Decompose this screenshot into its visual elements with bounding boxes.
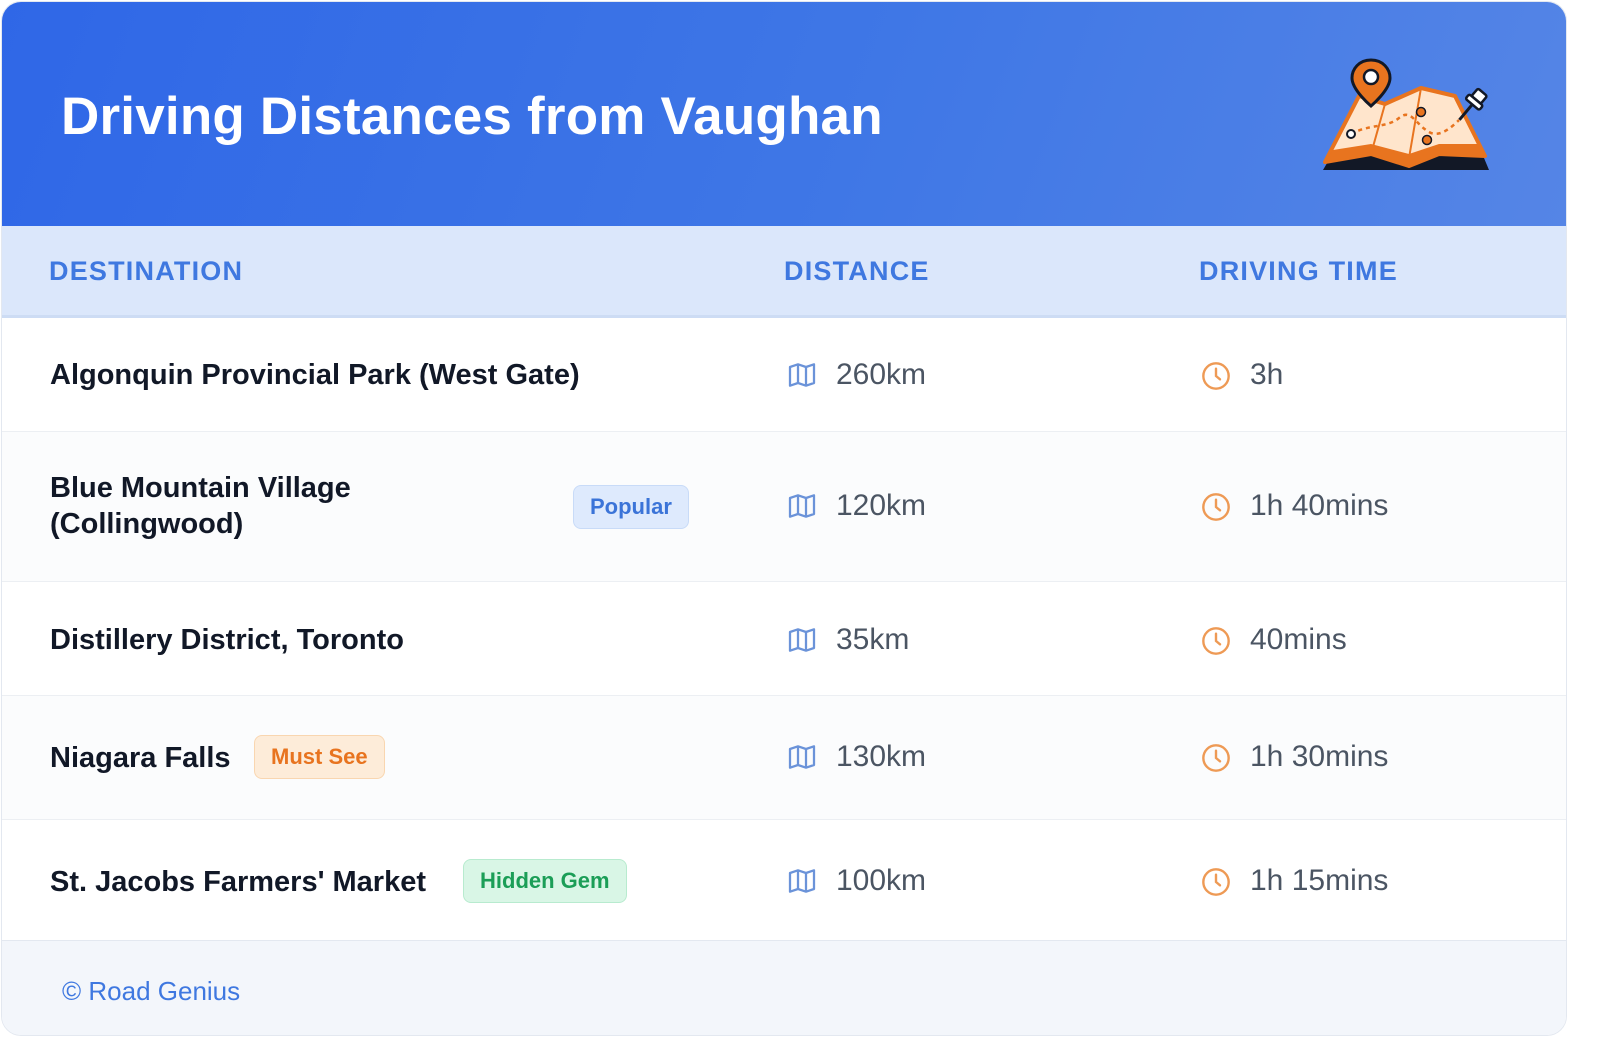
status-badge-popular: Popular bbox=[573, 485, 689, 529]
clock-icon bbox=[1200, 741, 1232, 773]
status-badge-hidden-gem: Hidden Gem bbox=[463, 859, 627, 903]
column-header-driving-time: DRIVING TIME bbox=[1199, 256, 1398, 286]
page-title: Driving Distances from Vaughan bbox=[61, 87, 883, 146]
footer: © Road Genius bbox=[2, 940, 1566, 1035]
distance-cell: 100km bbox=[786, 864, 926, 898]
table-header: DESTINATION DISTANCE DRIVING TIME bbox=[2, 226, 1566, 318]
driving-time-value: 3h bbox=[1250, 358, 1284, 391]
table-row: Distillery District, Toronto 35km 40mins bbox=[2, 582, 1566, 696]
driving-time-cell: 1h 15mins bbox=[1200, 864, 1388, 898]
map-icon bbox=[786, 359, 818, 391]
driving-time-value: 1h 40mins bbox=[1250, 489, 1389, 522]
footer-credit: © Road Genius bbox=[62, 976, 241, 1006]
distance-table-card: Driving Distances from Vaughan DESTINATI… bbox=[1, 1, 1567, 1036]
driving-time-value: 1h 15mins bbox=[1250, 864, 1389, 897]
distance-cell: 130km bbox=[786, 740, 926, 774]
column-header-destination: DESTINATION bbox=[49, 256, 244, 286]
driving-time-cell: 40mins bbox=[1200, 623, 1347, 657]
distance-cell: 260km bbox=[786, 358, 926, 392]
header-banner: Driving Distances from Vaughan bbox=[2, 2, 1566, 226]
driving-time-value: 40mins bbox=[1250, 623, 1347, 656]
distance-value: 100km bbox=[836, 864, 927, 897]
table-row: Blue Mountain Village (Collingwood) Popu… bbox=[2, 432, 1566, 582]
driving-time-cell: 1h 30mins bbox=[1200, 740, 1388, 774]
driving-time-cell: 1h 40mins bbox=[1200, 489, 1388, 523]
distance-value: 120km bbox=[836, 489, 927, 522]
clock-icon bbox=[1200, 865, 1232, 897]
table-row: St. Jacobs Farmers' Market Hidden Gem 10… bbox=[2, 820, 1566, 943]
clock-icon bbox=[1200, 490, 1232, 522]
column-header-distance: DISTANCE bbox=[784, 256, 930, 286]
distance-value: 130km bbox=[836, 740, 927, 773]
destination-name: Niagara Falls bbox=[50, 742, 231, 774]
map-icon bbox=[786, 490, 818, 522]
map-icon bbox=[786, 741, 818, 773]
map-icon bbox=[786, 624, 818, 656]
distance-value: 260km bbox=[836, 358, 927, 391]
map-icon bbox=[786, 865, 818, 897]
table-row: Niagara Falls Must See 130km 1h 30mins bbox=[2, 696, 1566, 820]
destination-name: Distillery District, Toronto bbox=[50, 624, 404, 656]
clock-icon bbox=[1200, 359, 1232, 391]
destination-name: Blue Mountain Village (Collingwood) bbox=[50, 472, 351, 540]
destination-name: St. Jacobs Farmers' Market bbox=[50, 866, 427, 898]
map-with-pins-icon bbox=[1323, 58, 1489, 170]
status-badge-must-see: Must See bbox=[254, 735, 385, 779]
clock-icon bbox=[1200, 624, 1232, 656]
driving-time-value: 1h 30mins bbox=[1250, 740, 1389, 773]
distance-value: 35km bbox=[836, 623, 910, 656]
destination-name: Algonquin Provincial Park (West Gate) bbox=[50, 359, 580, 391]
driving-time-cell: 3h bbox=[1200, 358, 1283, 392]
distance-cell: 35km bbox=[786, 623, 909, 657]
table-row: Algonquin Provincial Park (West Gate) 26… bbox=[2, 318, 1566, 432]
distance-cell: 120km bbox=[786, 489, 926, 523]
